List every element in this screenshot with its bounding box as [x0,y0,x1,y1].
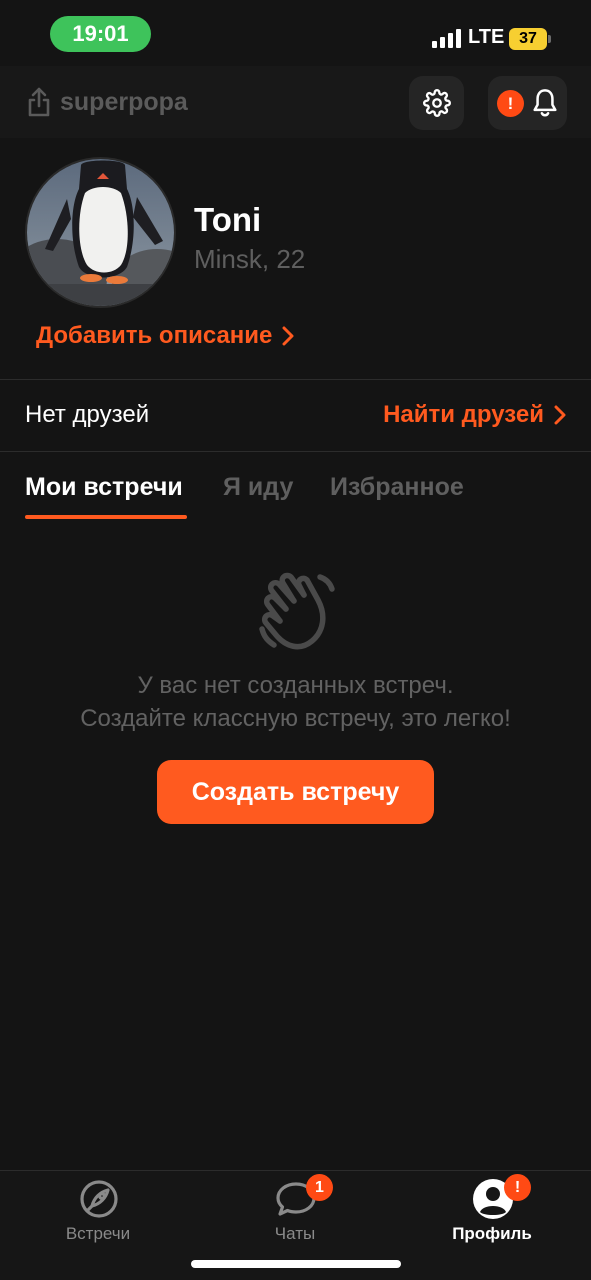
active-tab-indicator [25,515,187,519]
chats-badge: 1 [306,1174,333,1201]
share-icon[interactable] [26,86,52,118]
divider [0,379,591,380]
waving-hand-icon [250,565,340,655]
settings-button[interactable] [409,76,464,130]
create-meeting-button[interactable]: Создать встречу [157,760,434,824]
username: superpopa [60,88,188,116]
profile-screen: 19:01 LTE 37 superpopa ! Toni Minsk, 22 … [0,0,591,1280]
network-type: LTE [468,26,505,48]
find-friends-link[interactable]: Найти друзей [383,401,566,429]
nav-label-profile: Профиль [452,1224,532,1243]
add-description-link[interactable]: Добавить описание [36,322,294,350]
nav-profile[interactable]: ! Профиль [427,1172,557,1252]
status-bar: 19:01 LTE 37 [0,0,591,66]
tab-favorites[interactable]: Избранное [330,473,464,502]
home-indicator [191,1260,401,1268]
find-friends-label: Найти друзей [383,401,544,428]
signal-strength-icon [432,29,462,48]
profile-location-age: Minsk, 22 [194,244,306,274]
tab-going[interactable]: Я иду [223,473,293,502]
empty-state-hint: Создайте классную встречу, это легко! [80,705,511,732]
nav-label-meetings: Встречи [65,1224,131,1243]
gear-icon [422,89,451,117]
battery-cap [548,35,551,43]
nav-label-chats: Чаты [274,1224,316,1243]
empty-state-message: У вас нет созданных встреч. [137,672,454,699]
rocket-icon [80,1180,118,1218]
status-time: 19:01 [50,16,151,52]
battery-indicator: 37 [509,28,547,50]
profile-badge: ! [504,1174,531,1201]
alert-badge: ! [497,90,524,117]
avatar[interactable] [25,157,176,308]
nav-meetings[interactable]: Встречи [33,1172,163,1252]
bell-icon[interactable] [531,87,559,119]
profile-name: Toni [194,201,262,238]
divider [0,451,591,452]
chevron-right-icon [282,326,294,346]
tab-my-meetings[interactable]: Мои встречи [25,473,183,502]
friends-status: Нет друзей [25,401,150,428]
nav-chats[interactable]: 1 Чаты [230,1172,360,1252]
chevron-right-icon [554,405,566,425]
add-description-label: Добавить описание [36,322,273,349]
